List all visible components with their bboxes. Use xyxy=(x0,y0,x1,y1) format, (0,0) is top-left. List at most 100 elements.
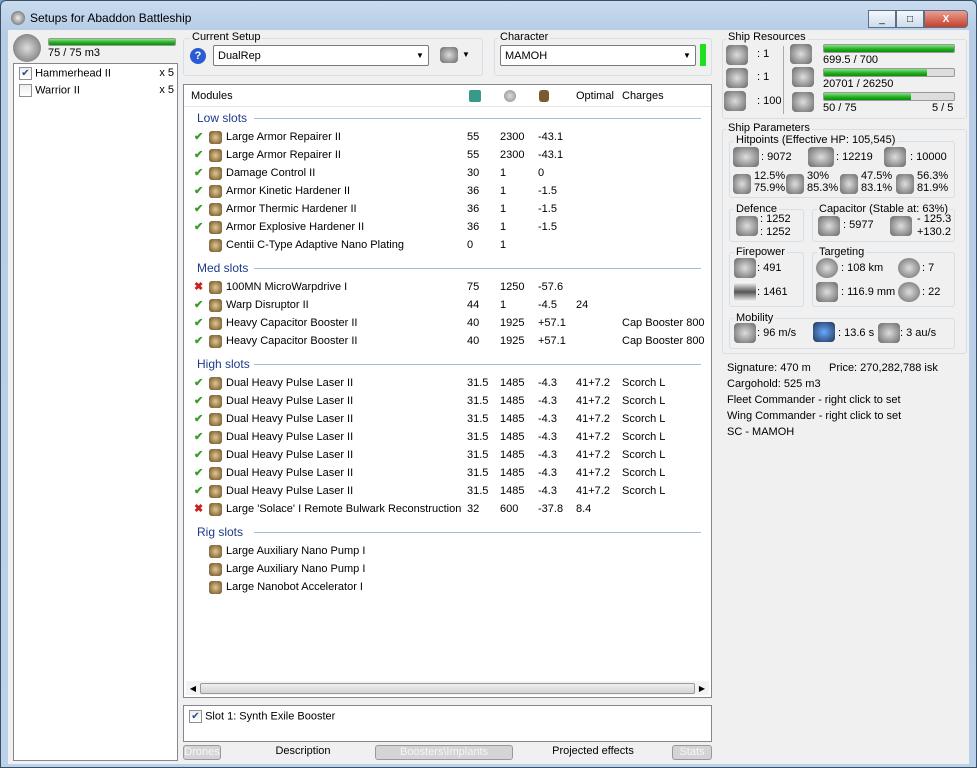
section-header: Low slots xyxy=(184,108,711,128)
scroll-right-icon[interactable]: ▶ xyxy=(695,684,709,693)
calibration-icon xyxy=(724,91,746,111)
module-row[interactable]: ✔ Dual Heavy Pulse Laser II 31.5 1485 -4.3 41… xyxy=(184,392,711,410)
maximize-button[interactable]: □ xyxy=(896,10,924,28)
module-row[interactable]: ✔ Dual Heavy Pulse Laser II 31.5 1485 -4.3 41… xyxy=(184,374,711,392)
module-row[interactable]: ✔ Warp Disruptor II 44 1 -4.5 24 xyxy=(184,296,711,314)
sensor-strength: : 22 xyxy=(922,286,941,298)
tab-projected-effects[interactable]: Projected effects xyxy=(528,745,658,760)
drone-checkbox[interactable] xyxy=(19,84,32,97)
module-ch: Scorch L xyxy=(622,395,666,407)
module-row[interactable]: Centii C-Type Adaptive Nano Plating 0 1 xyxy=(184,236,711,254)
drone-list[interactable]: ✔ Hammerhead II x 5 Warrior II x 5 xyxy=(13,63,178,761)
structure-hp: : 10000 xyxy=(910,151,947,163)
wing-commander[interactable]: Wing Commander - right click to set xyxy=(727,410,901,422)
ship-parameters-title: Ship Parameters xyxy=(726,122,812,134)
drone-bay-usage: 75 / 75 m3 xyxy=(48,47,100,59)
booster-checkbox[interactable]: ✔ xyxy=(189,710,202,723)
module-icon xyxy=(209,563,222,576)
squad-commander[interactable]: SC - MAMOH xyxy=(727,426,794,438)
module-row[interactable]: ✔ Dual Heavy Pulse Laser II 31.5 1485 -4.3 41… xyxy=(184,410,711,428)
module-icon xyxy=(209,485,222,498)
module-cap: -1.5 xyxy=(538,221,557,233)
module-name: Dual Heavy Pulse Laser II xyxy=(226,431,354,443)
module-row[interactable]: ✔ Armor Explosive Hardener II 36 1 -1.5 xyxy=(184,218,711,236)
drone-item[interactable]: Warrior II x 5 xyxy=(19,84,174,102)
check-icon: ✔ xyxy=(194,431,204,443)
module-icon xyxy=(209,239,222,252)
module-cap: -4.3 xyxy=(538,431,557,443)
booster-item[interactable]: ✔ Slot 1: Synth Exile Booster xyxy=(189,710,335,723)
module-row[interactable]: ✔ Dual Heavy Pulse Laser II 31.5 1485 -4.3 41… xyxy=(184,428,711,446)
horizontal-scrollbar[interactable]: ◀ ▶ xyxy=(186,681,709,695)
col-modules[interactable]: Modules xyxy=(191,90,233,102)
module-ch: Scorch L xyxy=(622,413,666,425)
module-ch: Scorch L xyxy=(622,431,666,443)
character-status-indicator xyxy=(700,44,706,66)
module-cap: -4.5 xyxy=(538,299,557,311)
tab-drones[interactable]: Drones xyxy=(183,745,221,760)
module-row[interactable]: ✖ Large 'Solace' I Remote Bulwark Reconst… xyxy=(184,500,711,518)
module-pg: 2300 xyxy=(500,149,525,161)
module-icon xyxy=(209,581,222,594)
check-icon: ✔ xyxy=(194,413,204,425)
cpu-icon[interactable] xyxy=(469,90,481,102)
module-row[interactable]: ✔ Dual Heavy Pulse Laser II 31.5 1485 -4.3 41… xyxy=(184,482,711,500)
close-button[interactable]: X xyxy=(924,10,968,28)
firepower-title: Firepower xyxy=(734,246,787,258)
module-row[interactable]: Large Auxiliary Nano Pump I xyxy=(184,560,711,578)
module-row[interactable]: ✔ Armor Kinetic Hardener II 36 1 -1.5 xyxy=(184,182,711,200)
module-row[interactable]: Large Auxiliary Nano Pump I xyxy=(184,542,711,560)
fleet-commander[interactable]: Fleet Commander - right click to set xyxy=(727,394,901,406)
module-pg: 1 xyxy=(500,299,507,311)
tab-description[interactable]: Description xyxy=(243,745,363,760)
check-icon: ✔ xyxy=(194,203,204,215)
capacitor-icon[interactable] xyxy=(539,90,549,102)
character-select[interactable]: MAMOH ▼ xyxy=(500,45,696,66)
scroll-left-icon[interactable]: ◀ xyxy=(186,684,200,693)
module-row[interactable]: ✔ Dual Heavy Pulse Laser II 31.5 1485 -4.3 41… xyxy=(184,446,711,464)
cap-recharge: +130.2 xyxy=(917,226,951,238)
tab-stats[interactable]: Stats xyxy=(672,745,712,760)
module-icon xyxy=(209,377,222,390)
module-pg: 1 xyxy=(500,239,507,251)
module-cpu: 44 xyxy=(467,299,480,311)
drone-item[interactable]: ✔ Hammerhead II x 5 xyxy=(19,67,174,85)
character-label: Character xyxy=(498,31,551,43)
setup-select[interactable]: DualRep ▼ xyxy=(213,45,429,66)
drone-checkbox[interactable]: ✔ xyxy=(19,67,32,80)
module-cpu: 36 xyxy=(467,185,480,197)
module-row[interactable]: Large Nanobot Accelerator I xyxy=(184,578,711,596)
module-row[interactable]: ✔ Armor Thermic Hardener II 36 1 -1.5 xyxy=(184,200,711,218)
tab-bar: Drones Description Boosters\Implants Pro… xyxy=(183,745,712,761)
module-ch: Scorch L xyxy=(622,449,666,461)
module-row[interactable]: ✔ Heavy Capacitor Booster II 40 1925 +57.1 Ca… xyxy=(184,332,711,350)
scroll-thumb[interactable] xyxy=(200,682,695,694)
modules-header: Modules Optimal Charges xyxy=(184,85,711,107)
cargohold: Cargohold: 525 m3 xyxy=(727,378,821,390)
powergrid-icon[interactable] xyxy=(504,90,516,102)
col-charges[interactable]: Charges xyxy=(622,90,664,102)
ship-menu-icon[interactable] xyxy=(440,47,458,63)
boosters-list[interactable]: ✔ Slot 1: Synth Exile Booster xyxy=(183,705,712,742)
module-cap: +57.1 xyxy=(538,335,566,347)
modules-list[interactable]: Modules Optimal Charges Low slots ✔ Large … xyxy=(183,84,712,698)
max-velocity: : 96 m/s xyxy=(757,327,797,339)
target-range-icon xyxy=(816,258,838,278)
col-optimal[interactable]: Optimal xyxy=(576,90,614,102)
module-row[interactable]: ✔ Damage Control II 30 1 0 xyxy=(184,164,711,182)
module-pg: 1 xyxy=(500,167,507,179)
module-opt: 8.4 xyxy=(576,503,592,515)
targeting-title: Targeting xyxy=(817,246,867,258)
help-icon[interactable]: ? xyxy=(190,48,206,64)
module-row[interactable]: ✔ Large Armor Repairer II 55 2300 -43.1 xyxy=(184,128,711,146)
module-row[interactable]: ✔ Dual Heavy Pulse Laser II 31.5 1485 -4.3 41… xyxy=(184,464,711,482)
chevron-down-icon[interactable]: ▼ xyxy=(462,50,470,59)
module-row[interactable]: ✔ Heavy Capacitor Booster II 40 1925 +57.1 Ca… xyxy=(184,314,711,332)
check-icon: ✔ xyxy=(194,395,204,407)
module-row[interactable]: ✔ Large Armor Repairer II 55 2300 -43.1 xyxy=(184,146,711,164)
module-name: Damage Control II xyxy=(226,167,316,179)
tab-boosters-implants[interactable]: Boosters\Implants xyxy=(375,745,513,760)
minimize-button[interactable]: _ xyxy=(868,10,896,28)
module-opt: 41+7.2 xyxy=(576,395,610,407)
module-row[interactable]: ✖ 100MN MicroWarpdrive I 75 1250 -57.6 xyxy=(184,278,711,296)
